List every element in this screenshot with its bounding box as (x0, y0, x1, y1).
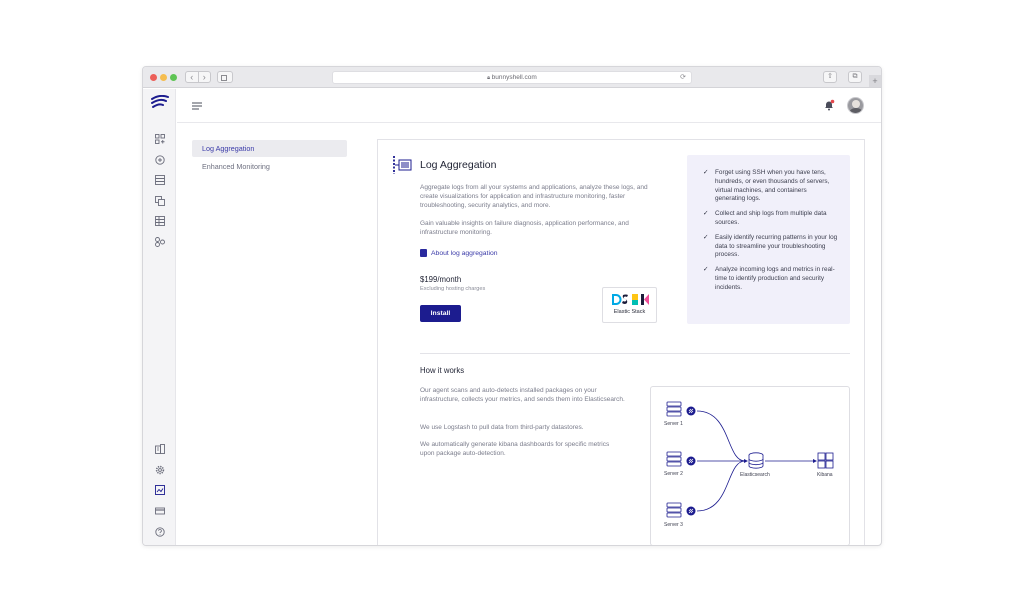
install-button[interactable]: Install (420, 305, 461, 322)
kibana-label: Kibana (817, 472, 833, 478)
dashboard-icon[interactable] (155, 134, 165, 144)
server-3-label: Server 3 (664, 522, 683, 528)
list-icon[interactable] (155, 175, 165, 185)
section-divider (420, 353, 850, 354)
architecture-diagram: Server 1 Server 2 Server 3 Elasticsearch… (650, 386, 850, 545)
about-link[interactable]: About log aggregation (420, 249, 498, 257)
elasticsearch-label: Elasticsearch (740, 472, 770, 478)
close-window-button[interactable] (150, 74, 157, 81)
add-circle-icon[interactable] (155, 155, 165, 165)
how-paragraph: We use Logstash to pull data from third-… (420, 424, 584, 431)
back-button[interactable]: ‹ (186, 72, 199, 82)
elastic-stack-logo-icon (612, 294, 649, 305)
log-aggregation-icon (393, 156, 412, 174)
addons-subnav: Log Aggregation Enhanced Monitoring (192, 140, 347, 176)
maximize-window-button[interactable] (170, 74, 177, 81)
page-title: Log Aggregation (420, 159, 497, 171)
about-link-label: About log aggregation (431, 249, 498, 257)
table-icon[interactable] (155, 216, 165, 226)
server-1-label: Server 1 (664, 421, 683, 427)
copy-icon[interactable] (155, 196, 165, 206)
book-icon (420, 249, 427, 257)
benefit-item: Analyze incoming logs and metrics in rea… (703, 266, 838, 292)
benefit-item: Forget using SSH when you have tens, hun… (703, 169, 838, 204)
share-button[interactable]: ⇧ (823, 71, 837, 83)
icon-rail (143, 89, 176, 545)
elastic-stack-card: Elastic Stack (602, 287, 657, 323)
notification-bell-icon[interactable] (823, 99, 835, 111)
server-icon (666, 401, 682, 518)
help-icon[interactable] (155, 527, 165, 537)
description-secondary: Gain valuable insights on failure diagno… (420, 220, 629, 237)
app-header (177, 89, 881, 123)
tabs-overview-button[interactable]: ⧉ (848, 71, 862, 83)
addon-detail-panel: Log Aggregation Aggregate logs from all … (377, 139, 865, 545)
user-avatar[interactable] (847, 97, 864, 114)
bunnyshell-logo-icon[interactable] (151, 95, 169, 109)
kibana-dashboard-icon (817, 452, 834, 469)
forward-button[interactable]: › (199, 72, 211, 82)
browser-toolbar: ‹ › 🔒︎ bunnyshell.com ⟳ ⇧ ⧉ + (143, 67, 881, 88)
integrations-icon[interactable] (155, 237, 165, 247)
how-paragraph: We automatically generate kibana dashboa… (420, 441, 610, 458)
benefits-box: Forget using SSH when you have tens, hun… (687, 155, 850, 324)
billing-icon[interactable] (155, 506, 165, 516)
description-primary: Aggregate logs from all your systems and… (420, 184, 648, 210)
image-icon[interactable] (155, 485, 165, 495)
settings-icon[interactable] (155, 465, 165, 475)
menu-icon[interactable] (192, 102, 202, 110)
how-paragraph: Our agent scans and auto-detects install… (420, 387, 625, 404)
price: $199/month (420, 275, 462, 284)
elastic-stack-label: Elastic Stack (613, 309, 646, 315)
history-nav: ‹ › (185, 71, 211, 83)
address-url: bunnyshell.com (491, 74, 537, 81)
benefit-item: Easily identify recurring patterns in yo… (703, 234, 838, 260)
sidebar-toggle-button[interactable] (217, 71, 233, 83)
reload-icon[interactable]: ⟳ (680, 72, 686, 84)
server-2-label: Server 2 (664, 471, 683, 477)
address-bar[interactable]: 🔒︎ bunnyshell.com ⟳ (332, 71, 692, 84)
database-icon (748, 452, 764, 469)
benefit-item: Collect and ship logs from multiple data… (703, 210, 838, 228)
browser-window: ‹ › 🔒︎ bunnyshell.com ⟳ ⇧ ⧉ + Log Aggreg… (142, 66, 882, 546)
price-note: Excluding hosting charges (420, 286, 486, 292)
how-it-works-title: How it works (420, 366, 465, 375)
minimize-window-button[interactable] (160, 74, 167, 81)
new-tab-button[interactable]: + (869, 75, 881, 87)
subnav-item-log-aggregation[interactable]: Log Aggregation (192, 140, 347, 157)
building-icon[interactable] (155, 444, 165, 454)
subnav-item-enhanced-monitoring[interactable]: Enhanced Monitoring (192, 158, 347, 175)
